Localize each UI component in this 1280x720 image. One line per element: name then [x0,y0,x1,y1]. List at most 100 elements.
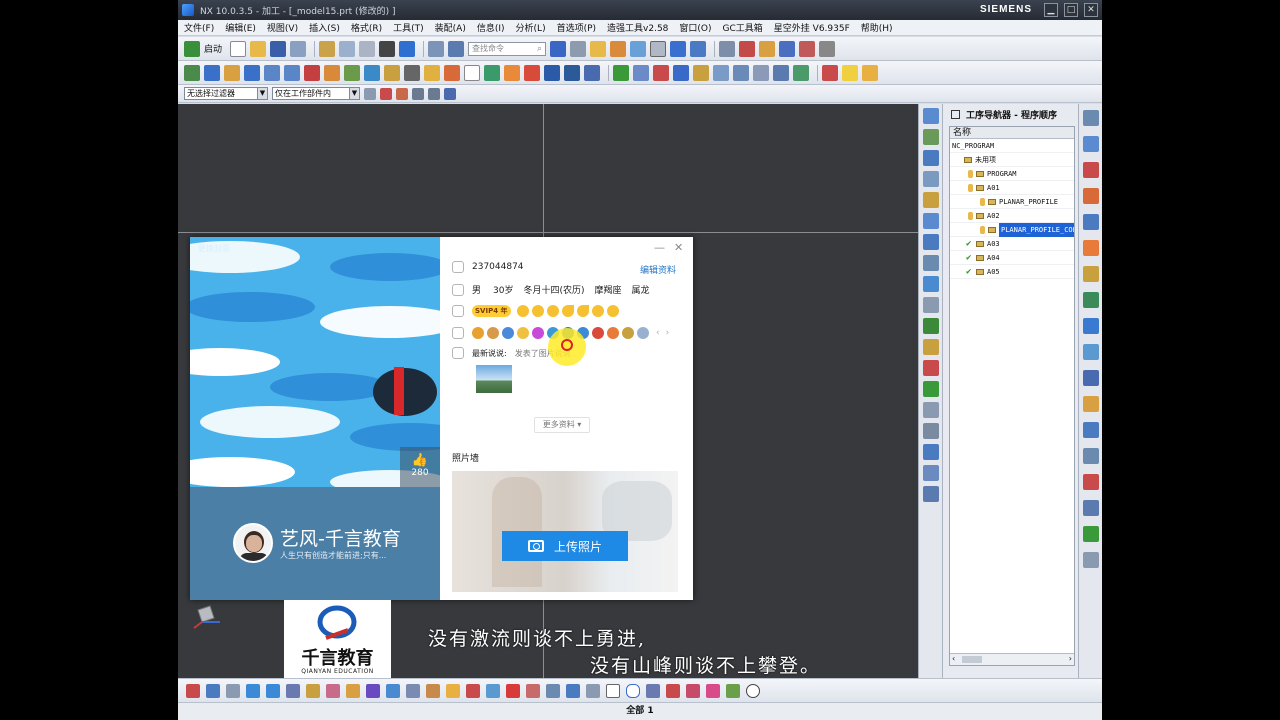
toolpath-list-icon[interactable] [544,64,560,81]
menu-tools[interactable]: 工具(T) [393,21,424,34]
scroll-left-icon[interactable]: ‹ [952,654,955,663]
change-cover-link[interactable]: 更换封面 [198,243,230,254]
selection-scope-select[interactable]: 仅在工作部件内 ▼ [272,87,360,100]
render-style-icon[interactable] [570,40,587,57]
rotate-icon[interactable] [690,40,707,57]
tool-icon[interactable] [346,683,360,698]
fit-view-icon[interactable] [550,40,567,57]
tool-icon[interactable] [206,683,220,698]
type-filter-select[interactable]: 无选择过滤器 ▼ [184,87,268,100]
replay-icon[interactable] [384,64,400,81]
resource-tab-icon[interactable] [1082,162,1099,178]
menu-preferences[interactable]: 首选项(P) [557,21,596,34]
tool-icon[interactable] [286,683,300,698]
tool-icon[interactable] [406,683,420,698]
resource-tab-icon[interactable] [1082,526,1099,542]
menu-window[interactable]: 窗口(O) [679,21,711,34]
resource-tab-icon[interactable] [1082,136,1099,152]
flag-icon[interactable] [693,64,709,81]
measure-icon[interactable] [739,40,756,57]
polygon-icon[interactable] [626,683,640,698]
note-icon[interactable] [842,64,858,81]
orient-icon[interactable] [670,40,687,57]
copy-icon[interactable] [339,40,356,57]
tool-icon[interactable] [922,318,939,334]
point-icon[interactable] [799,40,816,57]
menu-help[interactable]: 帮助(H) [861,21,893,34]
tree-row[interactable]: NC_PROGRAM [950,139,1074,153]
program-order-icon[interactable] [284,64,300,81]
tree-row[interactable]: PROGRAM [950,167,1074,181]
print-icon[interactable] [290,40,307,57]
tree-row[interactable]: ✔ A05 [950,265,1074,279]
service-badge-icon[interactable] [622,327,634,339]
tool-icon[interactable] [922,423,939,439]
tree-row[interactable]: ✔ A04 [950,251,1074,265]
cut-icon[interactable] [319,40,336,57]
tool-icon[interactable] [306,683,320,698]
output-cls-icon[interactable] [524,64,540,81]
tool-icon[interactable] [446,683,460,698]
window-icon[interactable] [428,40,445,57]
tool-icon[interactable] [726,683,740,698]
tool-icon[interactable] [646,683,660,698]
tool-icon[interactable] [922,150,939,166]
tool-icon[interactable] [706,683,720,698]
scroll-thumb[interactable] [962,656,982,663]
minimize-button[interactable]: ▁ [1044,3,1058,17]
new-file-icon[interactable] [230,40,247,57]
graphics-viewport[interactable]: 更换封面 👍 280 艺风-千言教育 人生只有创造才能前进;只有... — ✕ [178,104,918,682]
tool-icon[interactable] [566,683,580,698]
curve-rule-icon[interactable] [396,87,408,100]
layer-icon[interactable] [630,40,647,57]
resource-tab-icon[interactable] [1082,500,1099,516]
circle-icon[interactable] [746,683,760,698]
edit-profile-link[interactable]: 编辑资料 [640,263,676,276]
speed-icon[interactable] [653,64,669,81]
arc-center-icon[interactable] [428,87,440,100]
delete-icon[interactable] [379,40,396,57]
point-snap-icon[interactable] [412,87,424,100]
menu-info[interactable]: 信息(I) [477,21,505,34]
tool-icon[interactable] [466,683,480,698]
edit-icon[interactable] [424,64,440,81]
method-view-icon[interactable] [344,64,360,81]
start-button[interactable]: 启动 [204,42,222,55]
tool-icon[interactable] [546,683,560,698]
view-select-icon[interactable] [444,87,456,100]
tool-icon[interactable] [426,683,440,698]
tree-row[interactable]: A02 [950,209,1074,223]
undo-icon[interactable] [399,40,416,57]
select-icon[interactable] [779,40,796,57]
assembly-icon[interactable] [719,40,736,57]
profile-cover[interactable]: 更换封面 👍 280 [190,237,440,487]
settings-gear-icon[interactable] [1082,110,1099,126]
tool-icon[interactable] [366,683,380,698]
resource-tab-icon[interactable] [1082,422,1099,438]
clock-icon[interactable] [584,64,600,81]
tool-icon[interactable] [922,213,939,229]
resource-tab-icon[interactable] [1082,448,1099,464]
scroll-right-icon[interactable]: › [1069,654,1072,663]
resource-tab-icon[interactable] [1082,344,1099,360]
tool-icon[interactable] [326,683,340,698]
latest-post-thumbnail[interactable] [476,365,512,393]
svip-badge[interactable]: SVIP4 年 [472,305,511,317]
tool-icon[interactable] [922,108,939,124]
tool-icon[interactable] [922,297,939,313]
tool-icon[interactable] [922,465,939,481]
view-box-icon[interactable] [650,40,667,57]
resource-tab-icon[interactable] [1082,240,1099,256]
minimize-icon[interactable]: — [654,241,665,254]
like-button[interactable]: 👍 280 [400,447,440,487]
feed-icon[interactable] [633,64,649,81]
command-finder-icon[interactable] [448,40,465,57]
column-header-name[interactable]: 名称 [950,127,1074,139]
menu-file[interactable]: 文件(F) [184,21,214,34]
merge-icon[interactable] [773,64,789,81]
tool-icon[interactable] [486,683,500,698]
machine-tool-icon[interactable] [304,64,320,81]
cut-path-icon[interactable] [444,64,460,81]
save-icon[interactable] [270,40,287,57]
resource-tab-icon[interactable] [1082,292,1099,308]
